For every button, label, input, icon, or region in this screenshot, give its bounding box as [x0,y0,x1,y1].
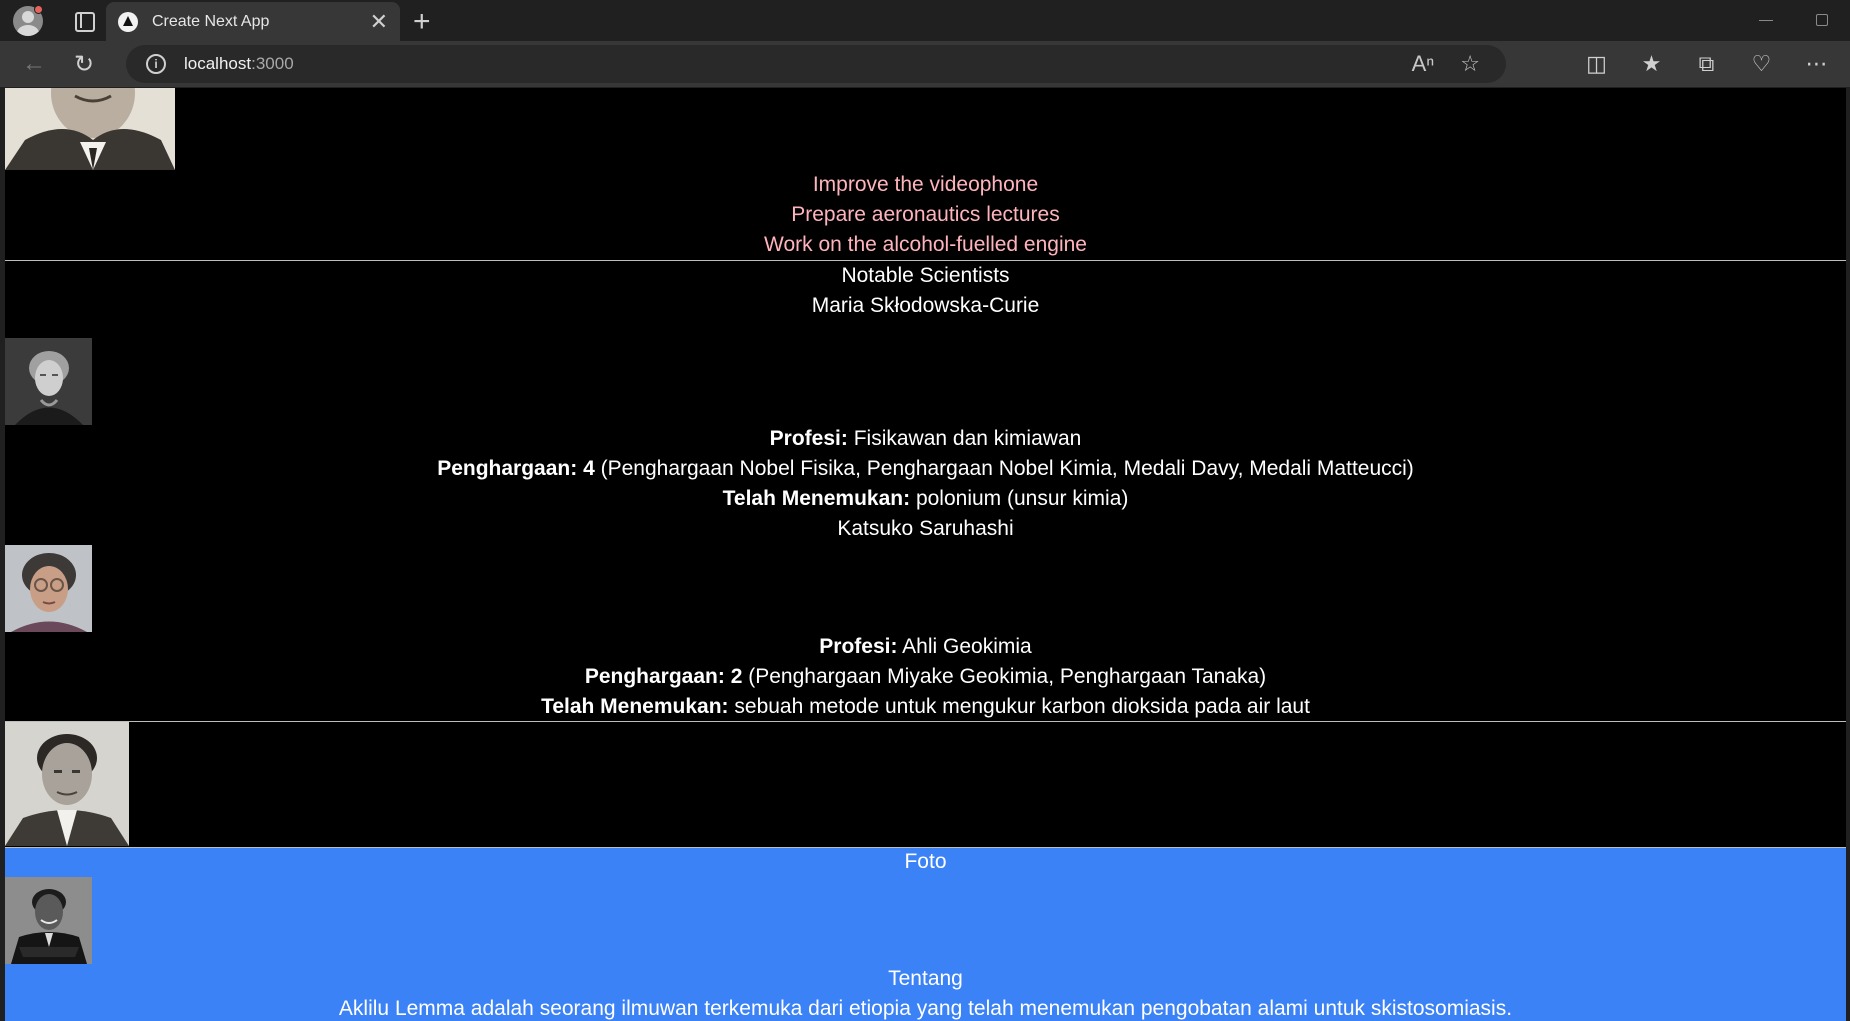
discovered-label: Telah Menemukan: [541,695,729,718]
scientist-portrait-image [5,338,92,425]
profession-value: Fisikawan dan kimiawan [853,427,1082,450]
scientist-details: Profesi: Ahli Geokimia Penghargaan: 2 (P… [5,632,1846,722]
profile-card: Foto Tentang Aklilu Lemma adalah seorang… [5,847,1846,1021]
about-section: Tentang Aklilu Lemma adalah seorang ilmu… [5,964,1846,1021]
discovered-line: Telah Menemukan: sebuah metode untuk men… [5,692,1846,722]
favorites-icon[interactable]: ★ [1624,51,1679,77]
todo-item: Improve the videophone [812,173,1039,196]
awards-list: (Penghargaan Nobel Fisika, Penghargaan N… [600,457,1414,480]
address-bar-actions: Aⁿ ☆ [1412,45,1480,83]
split-screen-icon[interactable]: ◫ [1569,51,1624,77]
browser-toolbar: ← ↻ i localhost:3000 Aⁿ ☆ ◫ ★ ⧉ ♡ ⋯ [0,41,1850,87]
about-text: Aklilu Lemma adalah seorang ilmuwan terk… [338,997,1513,1020]
window-controls [1738,0,1850,41]
browser-titlebar: Create Next App ✕ + [0,0,1850,41]
profession-label: Profesi: [819,635,898,658]
toolbar-actions: ◫ ★ ⧉ ♡ ⋯ [1569,41,1844,87]
close-tab-icon[interactable]: ✕ [370,10,388,33]
reload-icon: ↻ [73,50,95,78]
read-aloud-icon[interactable]: Aⁿ [1412,51,1435,77]
awards-label: Penghargaan: [584,665,725,688]
scientist-name: Maria Skłodowska-Curie [811,294,1040,317]
more-menu-icon[interactable]: ⋯ [1789,51,1844,77]
minimize-icon [1759,19,1773,21]
url-text[interactable]: localhost:3000 [184,54,294,74]
awards-count: 4 [583,457,595,480]
browser-essentials-icon[interactable]: ♡ [1734,51,1789,77]
scientist-portrait-image [5,722,129,846]
notification-dot-icon [34,5,43,14]
favorite-star-icon[interactable]: ☆ [1460,51,1480,77]
about-heading: Tentang [888,967,963,990]
scientist-name: Katsuko Saruhashi [837,517,1014,540]
tab-actions-icon[interactable] [72,9,96,33]
discovered-value: polonium (unsur kimia) [915,487,1129,510]
url-host: localhost [184,54,252,73]
awards-line: Penghargaan: 2 (Penghargaan Miyake Geoki… [5,662,1846,692]
profession-value: Ahli Geokimia [902,635,1032,658]
site-info-icon[interactable]: i [146,54,166,74]
awards-line: Penghargaan: 4 (Penghargaan Nobel Fisika… [5,454,1846,484]
restore-button[interactable] [1794,12,1850,30]
discovered-line: Telah Menemukan: polonium (unsur kimia) [5,484,1846,514]
awards-label: Penghargaan: [437,457,578,480]
back-button[interactable]: ← [14,44,54,84]
divider [5,721,1846,722]
section-header: Notable Scientists Maria Skłodowska-Curi… [5,261,1846,321]
profession-label: Profesi: [769,427,848,450]
awards-count: 2 [730,665,743,688]
aklilu-lemma-photo [5,877,92,964]
collections-icon[interactable]: ⧉ [1679,51,1734,77]
minimize-button[interactable] [1738,12,1794,30]
section-title: Notable Scientists [841,264,1010,287]
nextjs-favicon-icon [118,11,138,32]
browser-tab-active[interactable]: Create Next App ✕ [106,2,400,41]
reload-button[interactable]: ↻ [64,44,104,84]
photo-heading: Foto [904,850,947,873]
discovered-label: Telah Menemukan: [722,487,911,510]
scientist-details: Profesi: Fisikawan dan kimiawan Pengharg… [5,424,1846,544]
profession-line: Profesi: Fisikawan dan kimiawan [5,424,1846,454]
arrow-left-icon: ← [22,50,46,77]
page-viewport: Improve the videophone Prepare aeronauti… [5,88,1846,1021]
awards-list: (Penghargaan Miyake Geokimia, Penghargaa… [748,665,1267,688]
todo-item: Prepare aeronautics lectures [791,203,1060,226]
new-tab-button[interactable]: + [413,7,431,37]
todo-list: Improve the videophone Prepare aeronauti… [5,170,1846,260]
address-bar[interactable]: i localhost:3000 Aⁿ ☆ [126,45,1506,83]
discovered-value: sebuah metode untuk mengukur karbon diok… [734,695,1310,718]
todo-item: Work on the alcohol-fuelled engine [764,233,1087,256]
scientist-portrait-image [5,88,175,170]
tab-title: Create Next App [152,12,270,30]
restore-icon [1816,14,1828,27]
scientist-portrait-image [5,545,92,632]
profession-line: Profesi: Ahli Geokimia [5,632,1846,662]
url-port: :3000 [251,54,294,73]
